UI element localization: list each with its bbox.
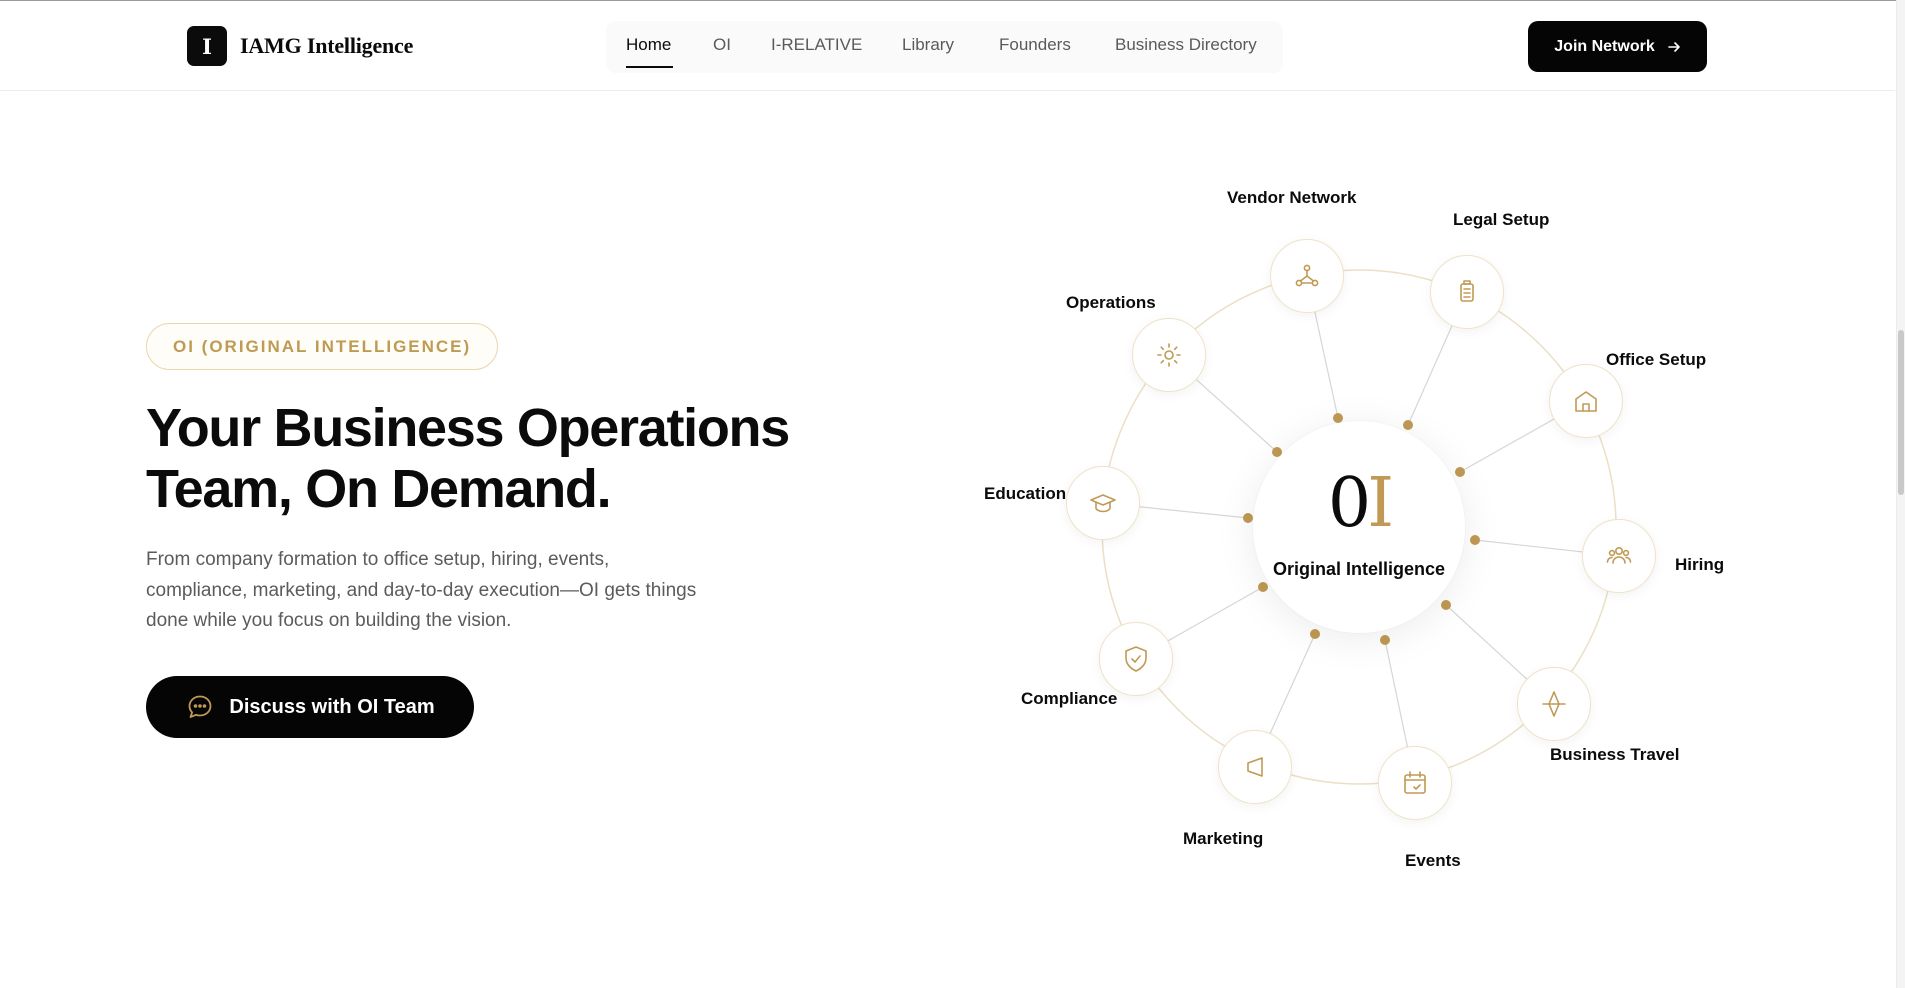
center-hub: 0I Original Intelligence — [1253, 421, 1465, 633]
label-operations: Operations — [1066, 293, 1156, 312]
label-hiring: Hiring — [1675, 555, 1725, 574]
label-vendor-network: Vendor Network — [1227, 188, 1357, 207]
services-orbit-diagram: 0I Original Intelligence Vendor Network … — [0, 0, 1905, 988]
connector-dot — [1258, 582, 1268, 592]
oi-logo: 0I — [1253, 469, 1465, 539]
label-business-travel: Business Travel — [1550, 745, 1680, 764]
building-icon — [1575, 391, 1597, 412]
node-education[interactable] — [1066, 466, 1140, 540]
node-events[interactable] — [1378, 746, 1452, 820]
plane-icon — [1542, 691, 1566, 717]
node-hiring[interactable] — [1582, 519, 1656, 593]
scrollbar-thumb[interactable] — [1898, 330, 1904, 495]
megaphone-icon — [1247, 757, 1263, 777]
label-office-setup: Office Setup — [1606, 350, 1707, 369]
node-operations[interactable] — [1132, 318, 1206, 392]
page-scrollbar[interactable] — [1896, 0, 1905, 988]
connector-dot — [1310, 629, 1320, 639]
label-education: Education — [984, 484, 1067, 503]
node-vendor-network[interactable] — [1270, 239, 1344, 313]
shield-check-icon — [1125, 646, 1147, 672]
people-icon — [1606, 547, 1632, 564]
graduation-cap-icon — [1090, 494, 1116, 513]
center-label: Original Intelligence — [1272, 559, 1446, 579]
connector-dot — [1403, 420, 1413, 430]
node-office-setup[interactable] — [1549, 364, 1623, 438]
connector-dot — [1441, 600, 1451, 610]
label-legal-setup: Legal Setup — [1453, 210, 1550, 229]
node-business-travel[interactable] — [1517, 667, 1591, 741]
connector-dot — [1470, 535, 1480, 545]
calendar-icon — [1404, 771, 1426, 794]
document-icon — [1460, 280, 1474, 302]
node-legal-setup[interactable] — [1430, 255, 1504, 329]
node-marketing[interactable] — [1218, 730, 1292, 804]
orbit-connectors — [1101, 269, 1620, 785]
oi-logo-dark: 0 — [1327, 464, 1371, 543]
connector-dot — [1380, 635, 1390, 645]
oi-logo-gold: I — [1367, 464, 1394, 543]
label-compliance: Compliance — [1021, 689, 1118, 708]
label-events: Events — [1405, 851, 1461, 870]
gear-icon — [1157, 343, 1181, 367]
label-marketing: Marketing — [1183, 829, 1264, 848]
network-icon — [1295, 264, 1319, 287]
node-compliance[interactable] — [1099, 622, 1173, 696]
connector-dot — [1243, 513, 1253, 523]
